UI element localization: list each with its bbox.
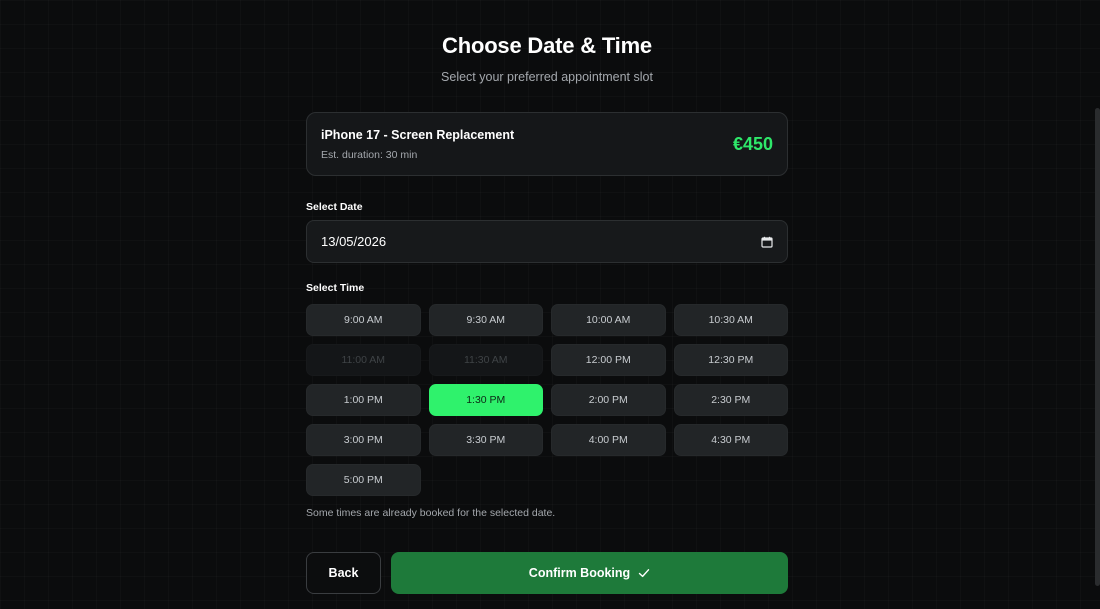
time-slot[interactable]: 1:00 PM	[306, 384, 421, 416]
confirm-booking-label: Confirm Booking	[528, 566, 631, 580]
time-slot[interactable]: 4:30 PM	[673, 424, 788, 456]
time-slot[interactable]: 9:00 AM	[306, 304, 421, 336]
date-value: 13/05/2026	[321, 234, 387, 249]
service-info: iPhone 17 - Screen Replacement Est. dura…	[321, 128, 514, 161]
time-slot[interactable]: 3:30 PM	[428, 424, 543, 456]
service-price: €450	[732, 133, 773, 154]
date-input[interactable]: 13/05/2026	[306, 220, 788, 263]
time-slot-selected[interactable]: 1:30 PM	[428, 384, 543, 416]
booking-note: Some times are already booked for the se…	[306, 507, 556, 519]
time-slot-grid: 9:00 AM 9:30 AM 10:00 AM 10:30 AM 11:00 AM 11…	[306, 304, 788, 496]
page-title: Choose Date & Time	[442, 33, 652, 58]
booking-panel: Choose Date & Time Select your preferred…	[306, 0, 788, 594]
select-time-label: Select Time	[306, 282, 365, 294]
confirm-booking-button[interactable]: Confirm Booking	[391, 552, 788, 594]
time-slot[interactable]: 3:00 PM	[306, 424, 421, 456]
service-summary-card: iPhone 17 - Screen Replacement Est. dura…	[306, 112, 788, 176]
time-slot[interactable]: 12:00 PM	[551, 344, 666, 376]
action-bar: Back Confirm Booking	[306, 552, 788, 594]
time-slot-booked: 11:30 AM	[428, 344, 543, 376]
time-slot[interactable]: 10:30 AM	[673, 304, 788, 336]
page-scrollbar[interactable]	[1095, 108, 1100, 586]
time-slot[interactable]: 12:30 PM	[673, 344, 788, 376]
calendar-icon[interactable]	[761, 236, 773, 248]
time-slot-booked: 11:00 AM	[306, 344, 421, 376]
back-button[interactable]: Back	[306, 552, 381, 594]
time-slot[interactable]: 5:00 PM	[306, 464, 421, 496]
time-slot[interactable]: 10:00 AM	[551, 304, 666, 336]
select-date-label: Select Date	[306, 201, 363, 213]
page-subtitle: Select your preferred appointment slot	[441, 70, 653, 84]
check-icon	[638, 569, 650, 578]
time-slot[interactable]: 9:30 AM	[428, 304, 543, 336]
time-slot[interactable]: 2:00 PM	[551, 384, 666, 416]
time-slot[interactable]: 2:30 PM	[673, 384, 788, 416]
service-duration: Est. duration: 30 min	[321, 148, 418, 161]
service-name: iPhone 17 - Screen Replacement	[321, 127, 515, 142]
time-slot[interactable]: 4:00 PM	[551, 424, 666, 456]
